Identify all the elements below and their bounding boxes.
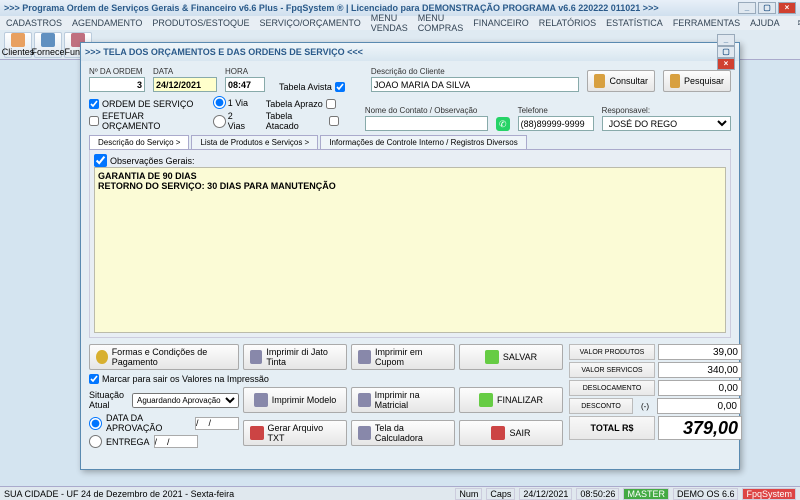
telefone-input[interactable] (518, 116, 594, 131)
menu-item[interactable]: FINANCEIRO (473, 18, 529, 28)
responsavel-select[interactable]: JOSÉ DO REGO (602, 116, 731, 131)
status-left: SUA CIDADE - UF 24 de Dezembro de 2021 -… (4, 489, 234, 499)
obs-check[interactable] (94, 154, 107, 167)
status-num: Num (455, 488, 482, 500)
ordem-servico-check[interactable] (89, 99, 99, 109)
menu-item[interactable]: CADASTROS (6, 18, 62, 28)
maximize-button[interactable]: ▢ (758, 2, 776, 14)
menu-item[interactable]: SERVIÇO/ORÇAMENTO (260, 18, 361, 28)
imprimir-modelo-button[interactable]: Imprimir Modelo (243, 387, 347, 413)
toolbar-clientes[interactable]: Clientes (4, 32, 32, 58)
minimize-button[interactable]: _ (738, 2, 756, 14)
imprimir-cupom-button[interactable]: Imprimir em Cupom (351, 344, 455, 370)
deslocamento: 0,00 (658, 380, 742, 396)
situacao-select[interactable]: Aguardando Aprovação (132, 393, 239, 408)
tabela-aprazo-check[interactable] (326, 99, 336, 109)
dialog-titlebar: >>> TELA DOS ORÇAMENTOS E DAS ORDENS DE … (81, 43, 739, 61)
whatsapp-icon[interactable]: ✆ (496, 117, 510, 131)
tabela-atacado-check[interactable] (329, 116, 339, 126)
status-caps: Caps (486, 488, 515, 500)
formas-pagamento-button[interactable]: Formas e Condições de Pagamento (89, 344, 239, 370)
hour-input[interactable] (225, 77, 265, 92)
app-title: >>> Programa Ordem de Serviços Gerais & … (4, 3, 659, 13)
dialog-title: >>> TELA DOS ORÇAMENTOS E DAS ORDENS DE … (85, 47, 363, 57)
menu-item[interactable]: MENU VENDAS (371, 13, 408, 33)
desconto: 0,00 (657, 398, 741, 414)
tab-descricao[interactable]: Descrição do Serviço > (89, 135, 189, 149)
observacoes-textarea[interactable] (94, 167, 726, 333)
tabela-avista-check[interactable] (335, 82, 345, 92)
gerar-txt-button[interactable]: Gerar Arquivo TXT (243, 420, 347, 446)
status-date: 24/12/2021 (519, 488, 572, 500)
dialog-maximize[interactable]: ▢ (717, 46, 735, 58)
via1-radio[interactable] (213, 96, 226, 109)
status-time: 08:50:26 (576, 488, 619, 500)
imprimir-jato-button[interactable]: Imprimir di Jato Tinta (243, 344, 347, 370)
data-aprov-radio[interactable] (89, 417, 102, 430)
menu-item[interactable]: RELATÓRIOS (539, 18, 596, 28)
tab-lista[interactable]: Lista de Produtos e Serviços > (191, 135, 318, 149)
via2-radio[interactable] (213, 115, 226, 128)
contato-input[interactable] (365, 116, 488, 131)
menubar: CADASTROS AGENDAMENTO PRODUTOS/ESTOQUE S… (0, 16, 800, 30)
data-aprov-input[interactable] (195, 417, 239, 430)
status-demo: DEMO OS 6.6 (673, 488, 739, 500)
date-input[interactable] (153, 77, 217, 92)
menu-item[interactable]: AGENDAMENTO (72, 18, 142, 28)
marcar-valores-check[interactable] (89, 374, 99, 384)
statusbar: SUA CIDADE - UF 24 de Dezembro de 2021 -… (0, 486, 800, 500)
tab-info[interactable]: Informações de Controle Interno / Regist… (320, 135, 527, 149)
menu-item[interactable]: FERRAMENTAS (673, 18, 740, 28)
valor-servicos: 340,00 (658, 362, 742, 378)
descricao-panel: Observações Gerais: (89, 150, 731, 338)
entrega-input[interactable] (154, 435, 198, 448)
dialog-minimize[interactable]: _ (717, 34, 735, 46)
total-value: 379,00 (658, 416, 742, 440)
consultar-button[interactable]: Consultar (587, 70, 655, 92)
pesquisar-button[interactable]: Pesquisar (663, 70, 731, 92)
close-button[interactable]: × (778, 2, 796, 14)
salvar-button[interactable]: SALVAR (459, 344, 563, 370)
status-brand: FpqSystem (742, 488, 796, 500)
calculadora-button[interactable]: Tela da Calculadora (351, 420, 455, 446)
status-master: MASTER (623, 488, 669, 500)
efetuar-orc-check[interactable] (89, 116, 99, 126)
order-number-input[interactable] (89, 77, 145, 92)
order-dialog: >>> TELA DOS ORÇAMENTOS E DAS ORDENS DE … (80, 42, 740, 470)
tabs: Descrição do Serviço > Lista de Produtos… (89, 135, 731, 150)
imprimir-matricial-button[interactable]: Imprimir na Matricial (351, 387, 455, 413)
dialog-close[interactable]: × (717, 58, 735, 70)
valor-produtos: 39,00 (658, 344, 742, 360)
menu-item[interactable]: ESTATÍSTICA (606, 18, 663, 28)
toolbar-fornecedores[interactable]: Fornece (34, 32, 62, 58)
cliente-input[interactable] (371, 77, 579, 92)
menu-item[interactable]: MENU COMPRAS (418, 13, 464, 33)
sair-button[interactable]: SAIR (459, 420, 563, 446)
menu-item[interactable]: PRODUTOS/ESTOQUE (152, 18, 249, 28)
menu-item[interactable]: AJUDA (750, 18, 780, 28)
finalizar-button[interactable]: FINALIZAR (459, 387, 563, 413)
entrega-radio[interactable] (89, 435, 102, 448)
